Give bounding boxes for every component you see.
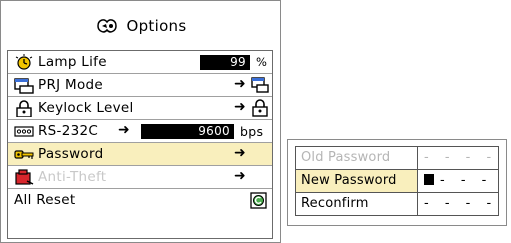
menu-item-label: All Reset (14, 192, 76, 208)
arrow-right-icon: ➜ (234, 145, 247, 161)
options-icon (96, 18, 117, 33)
lamp-life-unit: % (256, 55, 268, 69)
menu-item-label: Password (38, 146, 104, 162)
menu-item-label: PRJ Mode (38, 77, 103, 93)
old-password-label: Old Password (296, 147, 418, 169)
menu-item-label: Lamp Life (38, 54, 107, 70)
new-password-field[interactable]: - - - (424, 170, 492, 192)
menu-item-password[interactable]: Password ➜ (8, 143, 272, 166)
menu-item-prj-mode[interactable]: PRJ Mode ➜ (8, 74, 272, 97)
password-dialog: Old Password - - - - New Password - - - … (287, 139, 507, 226)
options-menu: Options Lamp Life 99 % PRJ Mode ➜ Keyloc… (0, 0, 281, 243)
lamp-life-value: 99 (200, 55, 250, 70)
menu-item-lamp-life[interactable]: Lamp Life 99 % (8, 51, 272, 74)
menu-list: Lamp Life 99 % PRJ Mode ➜ Keylock Level … (7, 50, 273, 239)
prj-mode-value-icon (251, 77, 269, 93)
menu-item-anti-theft[interactable]: Anti-Theft ➜ (8, 166, 272, 189)
old-password-field[interactable]: - - - - (424, 147, 497, 169)
rs232c-unit: bps (240, 124, 264, 139)
reconfirm-row[interactable]: Reconfirm - - - - (296, 193, 498, 216)
new-password-value: - - - (440, 173, 493, 188)
menu-item-rs232c[interactable]: RS-232C ➜ 9600 bps (8, 120, 272, 143)
prj-mode-icon (14, 78, 34, 94)
new-password-row[interactable]: New Password - - - (296, 170, 498, 193)
menu-title: Options (126, 16, 187, 35)
new-password-label: New Password (296, 170, 418, 192)
menu-title-bar: Options (1, 1, 280, 50)
anti-theft-icon (15, 169, 34, 185)
menu-item-all-reset[interactable]: All Reset (8, 189, 272, 212)
arrow-right-icon: ➜ (234, 168, 247, 184)
reconfirm-label: Reconfirm (296, 193, 418, 215)
arrow-right-icon: ➜ (234, 76, 247, 92)
menu-item-label: Keylock Level (38, 100, 134, 116)
lock-value-icon (252, 99, 268, 117)
menu-item-label: RS-232C (38, 123, 99, 139)
arrow-right-icon: ➜ (234, 99, 247, 115)
menu-item-keylock-level[interactable]: Keylock Level ➜ (8, 97, 272, 120)
lamp-life-icon (15, 54, 33, 70)
key-icon (14, 150, 34, 159)
reconfirm-field[interactable]: - - - - (424, 193, 497, 215)
rs232c-icon (14, 126, 34, 137)
password-table: Old Password - - - - New Password - - - … (295, 146, 499, 216)
reset-icon (250, 192, 267, 209)
menu-item-label: Anti-Theft (38, 169, 107, 185)
old-password-row[interactable]: Old Password - - - - (296, 147, 498, 170)
rs232c-value: 9600 (141, 124, 234, 139)
input-cursor (424, 174, 434, 185)
arrow-right-icon: ➜ (118, 122, 131, 138)
lock-icon (16, 100, 32, 117)
